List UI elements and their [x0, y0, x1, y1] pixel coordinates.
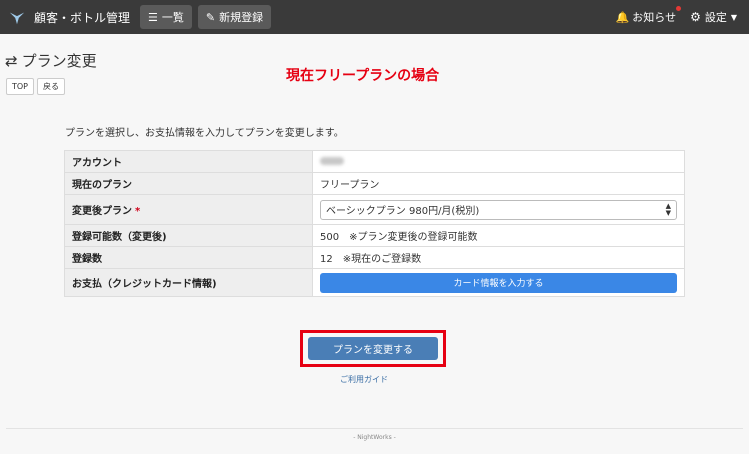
list-label: 一覧: [161, 11, 184, 24]
table-row: 現在のプラン フリープラン: [64, 172, 685, 195]
change-plan-button[interactable]: プランを変更する: [308, 337, 438, 360]
footer-divider: [6, 428, 743, 429]
top-navbar: 顧客・ボトル管理 ☰ 一覧 ✎ 新規登録 🔔 お知らせ ⚙ 設定 ▼: [0, 0, 749, 34]
required-mark: *: [135, 206, 141, 217]
plan-select[interactable]: ベーシックプラン 980円/月(税別) ▲ ▼: [320, 199, 677, 220]
row-label: 変更後プラン *: [64, 194, 313, 225]
table-row: 変更後プラン * ベーシックプラン 980円/月(税別) ▲ ▼: [64, 194, 685, 225]
table-row: 登録可能数（変更後) 500 ※プラン変更後の登録可能数: [64, 224, 685, 247]
caret-down-icon: ▼: [730, 12, 737, 22]
account-value: [312, 150, 685, 173]
capacity-note: ※プラン変更後の登録可能数: [349, 232, 478, 243]
list-button[interactable]: ☰ 一覧: [140, 5, 192, 29]
row-label: 登録可能数（変更後): [64, 224, 313, 247]
annotation-text: 現在フリープランの場合: [286, 68, 440, 84]
brand-title: 顧客・ボトル管理: [34, 10, 131, 25]
list-icon: ☰: [148, 10, 158, 24]
blurred-account: [320, 157, 344, 165]
payment-cell: カード情報を入力する: [312, 268, 685, 297]
row-label: アカウント: [64, 150, 313, 173]
brand[interactable]: 顧客・ボトル管理: [0, 0, 130, 34]
settings-label: 設定: [704, 11, 727, 24]
intro-text: プランを選択し、お支払情報を入力してプランを変更します。: [65, 128, 344, 139]
registered-value: 12: [320, 254, 333, 265]
row-label: 登録数: [64, 246, 313, 269]
plan-select-cell: ベーシックプラン 980円/月(税別) ▲ ▼: [312, 194, 685, 225]
exchange-icon: ⇄: [5, 51, 18, 70]
select-arrows-icon: ▲ ▼: [665, 201, 671, 217]
page-header: ⇄ プラン変更: [5, 50, 97, 71]
guide-link[interactable]: ご利用ガイド: [340, 374, 388, 385]
capacity-value: 500: [320, 232, 340, 243]
notifications-button[interactable]: 🔔 お知らせ: [615, 6, 682, 25]
table-row: お支払（クレジットカード情報) カード情報を入力する: [64, 268, 685, 297]
pencil-icon: ✎: [205, 10, 216, 24]
notification-badge: [676, 6, 682, 11]
registered-note: ※現在のご登録数: [342, 254, 422, 265]
gear-icon: ⚙: [690, 10, 701, 24]
bird-logo-icon: [9, 12, 25, 25]
table-row: アカウント: [64, 150, 685, 173]
top-button[interactable]: TOP: [6, 78, 35, 95]
bell-icon: 🔔: [615, 10, 630, 24]
plan-select-value: ベーシックプラン 980円/月(税別): [326, 206, 480, 217]
enter-card-button[interactable]: カード情報を入力する: [320, 272, 677, 293]
footer-text: - NightWorks -: [353, 434, 396, 441]
back-button[interactable]: 戻る: [37, 78, 66, 95]
page-title: プラン変更: [21, 52, 97, 70]
submit-highlight: プランを変更する: [300, 330, 446, 367]
registered-cell: 12 ※現在のご登録数: [312, 246, 685, 269]
row-label: お支払（クレジットカード情報): [64, 268, 313, 297]
capacity-cell: 500 ※プラン変更後の登録可能数: [312, 224, 685, 247]
notifications-label: お知らせ: [632, 11, 677, 24]
header-buttons: TOP 戻る: [6, 78, 68, 95]
row-label: 現在のプラン: [64, 172, 313, 195]
new-plan-label: 変更後プラン: [72, 206, 132, 217]
table-row: 登録数 12 ※現在のご登録数: [64, 246, 685, 269]
current-plan-value: フリープラン: [312, 172, 685, 195]
new-entry-button[interactable]: ✎ 新規登録: [197, 5, 272, 29]
plan-table: アカウント 現在のプラン フリープラン 変更後プラン * ベーシックプラン 980…: [64, 150, 685, 297]
settings-menu[interactable]: ⚙ 設定 ▼: [690, 9, 737, 25]
new-entry-label: 新規登録: [219, 11, 264, 24]
